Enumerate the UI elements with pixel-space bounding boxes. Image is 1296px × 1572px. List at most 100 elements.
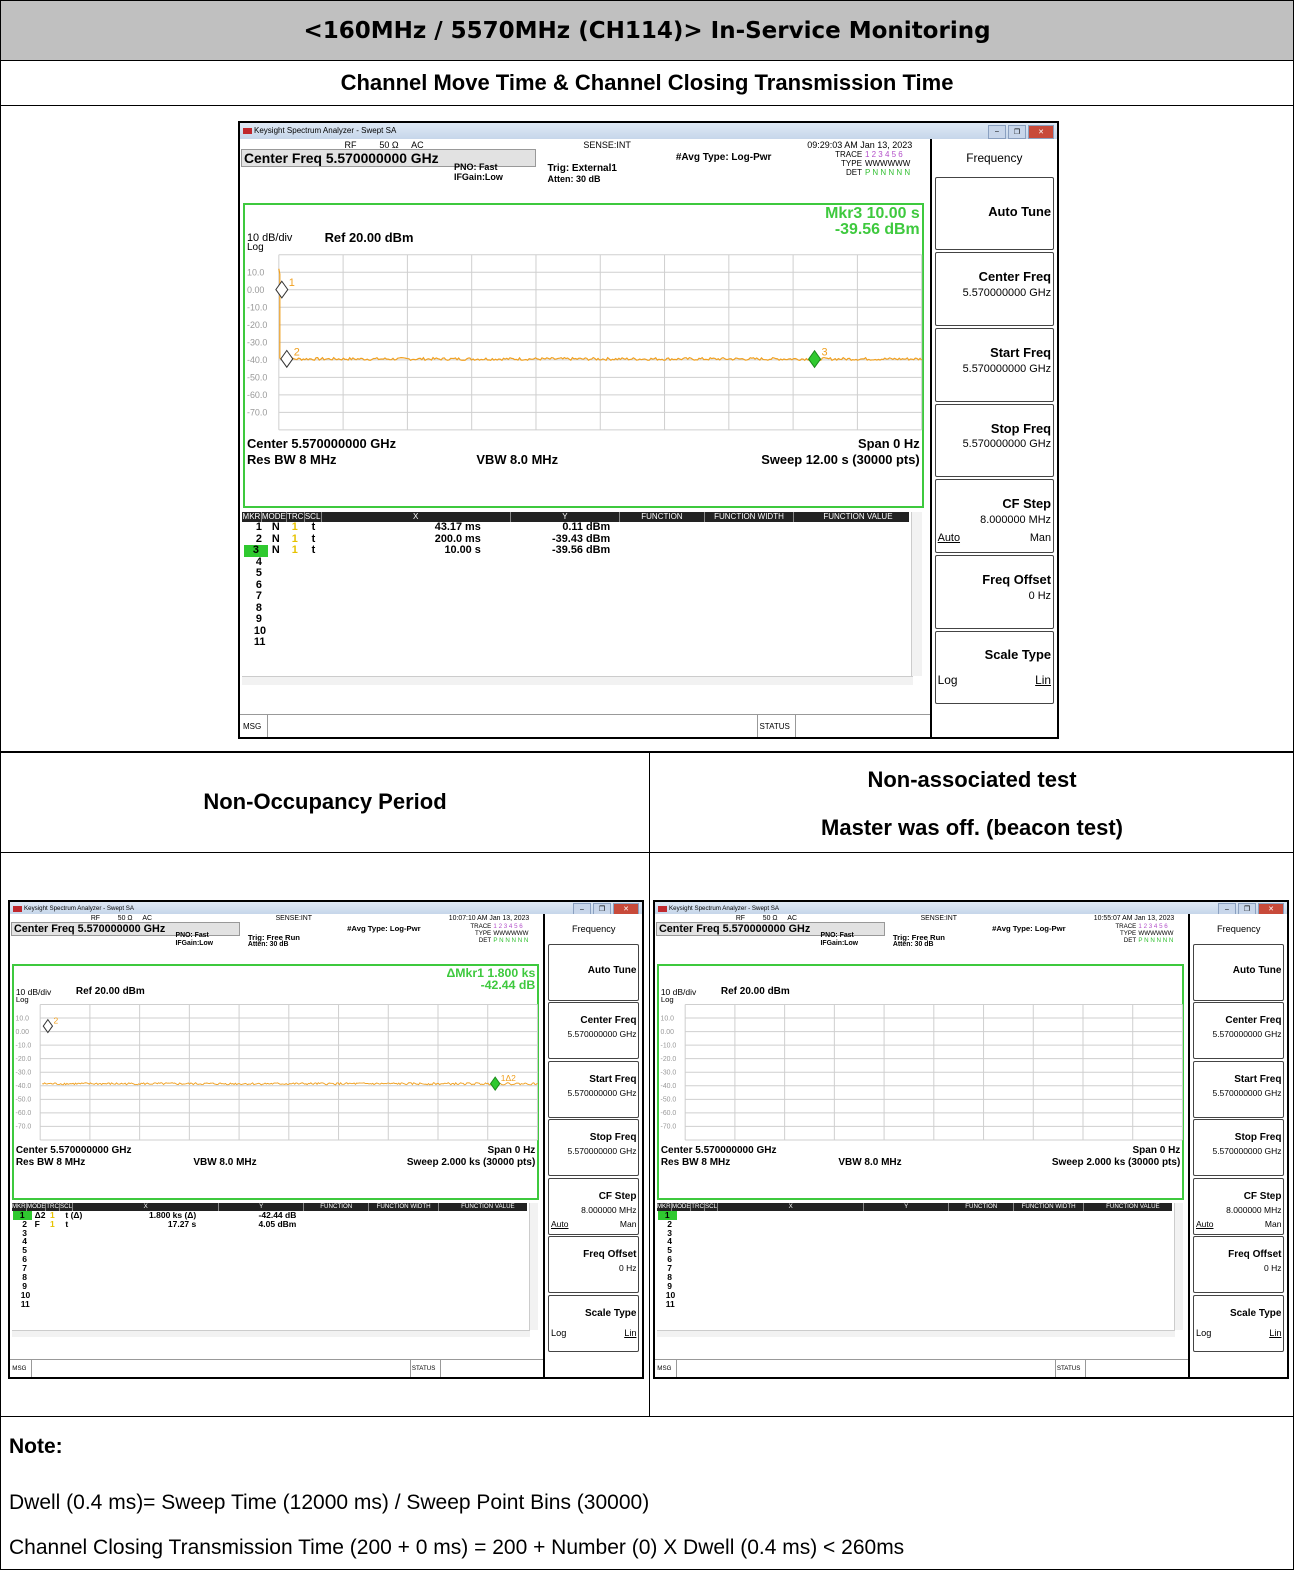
marker-1-icon[interactable]	[275, 279, 289, 299]
table-row[interactable]: 6	[12, 1255, 528, 1264]
ifgain-setting: IFGain:Low	[175, 939, 214, 947]
auto-option[interactable]: Auto	[1196, 1219, 1214, 1229]
stop-freq-button[interactable]: Stop Freq 5.570000000 GHz	[1193, 1119, 1284, 1177]
lin-option[interactable]: Lin	[1269, 1328, 1281, 1338]
y-tick-label: -60.0	[661, 1110, 677, 1117]
table-row[interactable]: 3	[657, 1228, 1173, 1238]
stop-freq-button[interactable]: Stop Freq 5.570000000 GHz	[548, 1119, 639, 1177]
start-freq-button[interactable]: Start Freq 5.570000000 GHz	[548, 1060, 639, 1118]
table-row[interactable]: 7	[657, 1264, 1173, 1273]
table-row[interactable]: 10	[12, 1291, 528, 1300]
lin-option[interactable]: Lin	[1035, 673, 1051, 687]
auto-tune-button[interactable]: Auto Tune	[548, 943, 639, 1001]
center-freq-button[interactable]: Center Freq 5.570000000 GHz	[548, 1002, 639, 1060]
table-row[interactable]: 5	[657, 1246, 1173, 1255]
horizontal-scrollbar[interactable]	[11, 1330, 531, 1338]
cf-step-button[interactable]: CF Step 8.000000 MHz Auto Man	[1193, 1177, 1284, 1235]
minimize-icon[interactable]: –	[988, 124, 1006, 139]
table-row[interactable]: 10	[657, 1291, 1173, 1300]
stop-freq-button[interactable]: Stop Freq 5.570000000 GHz	[934, 403, 1054, 478]
y-tick-label: -70.0	[16, 1123, 32, 1130]
table-row[interactable]: 2	[657, 1219, 1173, 1229]
table-row[interactable]: 9	[12, 1282, 528, 1291]
table-row[interactable]: 3 N 1 t 10.00 s -39.56 dBm	[242, 545, 909, 557]
table-row[interactable]: 11	[12, 1300, 528, 1309]
freq-offset-button[interactable]: Freq Offset 0 Hz	[1193, 1236, 1284, 1294]
table-row[interactable]: 8	[242, 602, 909, 615]
pno-setting: PNO: Fast	[820, 932, 854, 939]
table-row[interactable]: 8	[12, 1273, 528, 1282]
marker-3-icon[interactable]	[807, 349, 822, 368]
table-row[interactable]: 1	[657, 1210, 1173, 1220]
y-tick-label: -50.0	[16, 1096, 32, 1103]
table-row[interactable]: 4	[657, 1237, 1173, 1246]
table-row[interactable]: 1 N 1 t 43.17 ms 0.11 dBm	[242, 521, 909, 534]
trace-label: TRACE	[470, 922, 492, 930]
close-icon[interactable]: ✕	[613, 903, 639, 915]
table-row[interactable]: 4	[12, 1237, 528, 1246]
table-row[interactable]: 7	[12, 1264, 528, 1273]
table-row[interactable]: 7	[242, 591, 909, 603]
restore-icon[interactable]: ❐	[1008, 124, 1026, 139]
log-option[interactable]: Log	[551, 1328, 566, 1338]
table-scrollbar[interactable]	[528, 1202, 538, 1330]
window-title: Keysight Spectrum Analyzer - Swept SA	[669, 904, 780, 912]
freq-offset-button[interactable]: Freq Offset 0 Hz	[548, 1236, 639, 1294]
auto-option[interactable]: Auto	[938, 532, 960, 544]
restore-icon[interactable]: ❐	[1238, 903, 1256, 915]
man-option[interactable]: Man	[1030, 532, 1051, 544]
log-option[interactable]: Log	[1196, 1328, 1211, 1338]
table-scrollbar[interactable]	[910, 512, 922, 677]
table-row[interactable]: 9	[242, 614, 909, 626]
column-header: FUNCTION	[620, 512, 705, 523]
horizontal-scrollbar[interactable]	[241, 676, 913, 686]
table-row[interactable]: 6	[242, 579, 909, 592]
horizontal-scrollbar[interactable]	[656, 1330, 1176, 1338]
log-option[interactable]: Log	[938, 673, 958, 687]
table-row[interactable]: 4	[242, 556, 909, 569]
table-row[interactable]: 6	[657, 1255, 1173, 1264]
spectrum-analyzer-screen-main: Keysight Spectrum Analyzer - Swept SA – ❐ ✕…	[238, 121, 1059, 739]
table-cell: 11	[665, 1298, 675, 1309]
table-row[interactable]: 5	[12, 1246, 528, 1255]
minimize-icon[interactable]: –	[573, 903, 591, 915]
y-tick-label: -60.0	[247, 389, 267, 399]
auto-option[interactable]: Auto	[551, 1219, 569, 1229]
freq-offset-button-text: 0 Hz	[1028, 589, 1052, 602]
lin-option[interactable]: Lin	[624, 1328, 636, 1338]
column-header: X	[322, 512, 511, 523]
table-row[interactable]: 2 F 1 t 17.27 s 4.05 dBm	[12, 1219, 528, 1229]
freq-offset-button[interactable]: Freq Offset 0 Hz	[934, 554, 1054, 629]
table-scrollbar[interactable]	[1173, 1202, 1183, 1330]
auto-tune-button[interactable]: Auto Tune	[934, 176, 1054, 251]
marker-1-icon[interactable]	[42, 1018, 54, 1034]
table-row[interactable]: 9	[657, 1282, 1173, 1291]
man-option[interactable]: Man	[1265, 1219, 1282, 1229]
section-title-channel-move: Channel Move Time & Channel Closing Tran…	[340, 70, 954, 95]
cf-step-button[interactable]: CF Step 8.000000 MHz Auto Man	[934, 479, 1054, 553]
table-row[interactable]: 3	[12, 1228, 528, 1238]
man-option[interactable]: Man	[620, 1219, 637, 1229]
scale-type-button[interactable]: Scale Type Log Lin	[1193, 1294, 1284, 1352]
center-freq-button[interactable]: Center Freq 5.570000000 GHz	[1193, 1002, 1284, 1060]
marker-2-icon[interactable]	[490, 1075, 501, 1091]
marker-2-icon[interactable]	[280, 349, 294, 368]
start-freq-button[interactable]: Start Freq 5.570000000 GHz	[1193, 1060, 1284, 1118]
trace-numbers: 1 2 3 4 5 6	[864, 149, 903, 159]
center-freq-button[interactable]: Center Freq 5.570000000 GHz	[934, 252, 1054, 326]
close-icon[interactable]: ✕	[1258, 903, 1284, 915]
close-icon[interactable]: ✕	[1028, 124, 1054, 139]
cf-step-button[interactable]: CF Step 8.000000 MHz Auto Man	[548, 1177, 639, 1235]
table-row[interactable]: 8	[657, 1273, 1173, 1282]
table-row[interactable]: 11	[242, 637, 909, 649]
scale-type-button[interactable]: Scale Type Log Lin	[934, 630, 1054, 705]
table-row[interactable]: 5	[242, 568, 909, 580]
auto-tune-button[interactable]: Auto Tune	[1193, 943, 1284, 1001]
scale-type-button[interactable]: Scale Type Log Lin	[548, 1294, 639, 1352]
window-controls: – ❐ ✕	[1218, 903, 1284, 915]
start-freq-button[interactable]: Start Freq 5.570000000 GHz	[934, 327, 1054, 402]
restore-icon[interactable]: ❐	[593, 903, 611, 915]
table-row[interactable]: 10	[242, 625, 909, 638]
minimize-icon[interactable]: –	[1218, 903, 1236, 915]
table-row[interactable]: 11	[657, 1300, 1173, 1309]
